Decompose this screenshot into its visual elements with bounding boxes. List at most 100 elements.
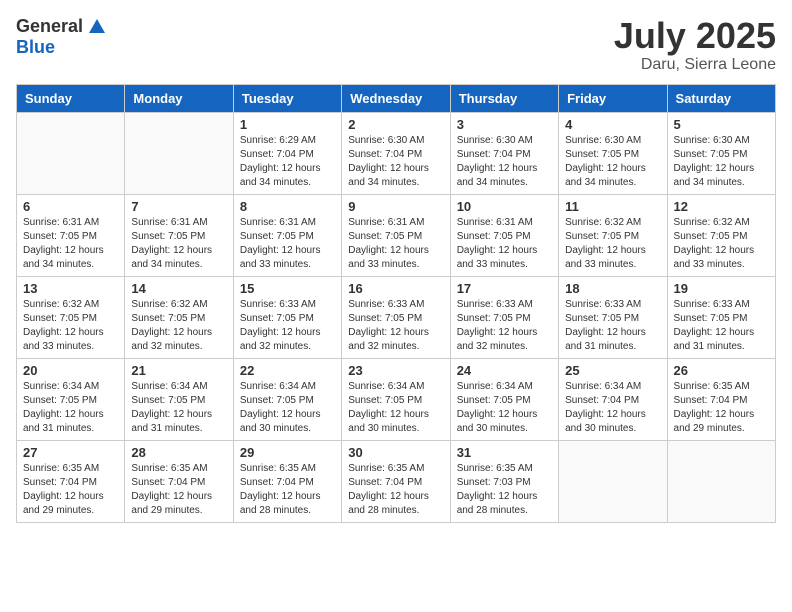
day-number: 19 bbox=[674, 281, 769, 296]
day-number: 25 bbox=[565, 363, 660, 378]
calendar-cell: 28 Sunrise: 6:35 AM Sunset: 7:04 PM Dayli… bbox=[125, 440, 233, 522]
calendar-week-row: 20 Sunrise: 6:34 AM Sunset: 7:05 PM Dayli… bbox=[17, 358, 776, 440]
month-year-title: July 2025 bbox=[614, 16, 776, 56]
calendar-cell: 11 Sunrise: 6:32 AM Sunset: 7:05 PM Dayli… bbox=[559, 194, 667, 276]
col-header-friday: Friday bbox=[559, 84, 667, 112]
day-info: Sunrise: 6:35 AM Sunset: 7:04 PM Dayligh… bbox=[348, 462, 443, 518]
day-number: 16 bbox=[348, 281, 443, 296]
day-number: 13 bbox=[23, 281, 118, 296]
day-number: 23 bbox=[348, 363, 443, 378]
day-info: Sunrise: 6:31 AM Sunset: 7:05 PM Dayligh… bbox=[131, 216, 226, 272]
calendar-cell: 16 Sunrise: 6:33 AM Sunset: 7:05 PM Dayli… bbox=[342, 276, 450, 358]
calendar-cell: 20 Sunrise: 6:34 AM Sunset: 7:05 PM Dayli… bbox=[17, 358, 125, 440]
calendar-cell: 31 Sunrise: 6:35 AM Sunset: 7:03 PM Dayli… bbox=[450, 440, 558, 522]
day-info: Sunrise: 6:35 AM Sunset: 7:04 PM Dayligh… bbox=[674, 380, 769, 436]
day-number: 31 bbox=[457, 445, 552, 460]
day-info: Sunrise: 6:34 AM Sunset: 7:05 PM Dayligh… bbox=[240, 380, 335, 436]
day-number: 10 bbox=[457, 199, 552, 214]
calendar-cell: 7 Sunrise: 6:31 AM Sunset: 7:05 PM Daylig… bbox=[125, 194, 233, 276]
calendar-cell bbox=[125, 112, 233, 194]
calendar-week-row: 1 Sunrise: 6:29 AM Sunset: 7:04 PM Daylig… bbox=[17, 112, 776, 194]
day-info: Sunrise: 6:31 AM Sunset: 7:05 PM Dayligh… bbox=[348, 216, 443, 272]
day-number: 26 bbox=[674, 363, 769, 378]
col-header-saturday: Saturday bbox=[667, 84, 775, 112]
day-info: Sunrise: 6:31 AM Sunset: 7:05 PM Dayligh… bbox=[457, 216, 552, 272]
day-info: Sunrise: 6:30 AM Sunset: 7:05 PM Dayligh… bbox=[674, 134, 769, 190]
calendar-week-row: 6Sunrise: 6:31 AM Sunset: 7:05 PM Daylig… bbox=[17, 194, 776, 276]
day-number: 2 bbox=[348, 117, 443, 132]
day-number: 14 bbox=[131, 281, 226, 296]
calendar-cell: 21Sunrise: 6:34 AM Sunset: 7:05 PM Dayli… bbox=[125, 358, 233, 440]
day-info: Sunrise: 6:33 AM Sunset: 7:05 PM Dayligh… bbox=[457, 298, 552, 354]
day-info: Sunrise: 6:34 AM Sunset: 7:04 PM Dayligh… bbox=[565, 380, 660, 436]
calendar-cell: 4 Sunrise: 6:30 AM Sunset: 7:05 PM Daylig… bbox=[559, 112, 667, 194]
day-info: Sunrise: 6:30 AM Sunset: 7:04 PM Dayligh… bbox=[457, 134, 552, 190]
day-info: Sunrise: 6:31 AM Sunset: 7:05 PM Dayligh… bbox=[240, 216, 335, 272]
day-info: Sunrise: 6:32 AM Sunset: 7:05 PM Dayligh… bbox=[23, 298, 118, 354]
day-number: 11 bbox=[565, 199, 660, 214]
day-number: 30 bbox=[348, 445, 443, 460]
calendar-cell: 1 Sunrise: 6:29 AM Sunset: 7:04 PM Daylig… bbox=[233, 112, 341, 194]
day-info: Sunrise: 6:35 AM Sunset: 7:04 PM Dayligh… bbox=[131, 462, 226, 518]
day-number: 9 bbox=[348, 199, 443, 214]
day-number: 24 bbox=[457, 363, 552, 378]
title-section: July 2025 Daru, Sierra Leone bbox=[614, 16, 776, 74]
day-info: Sunrise: 6:30 AM Sunset: 7:04 PM Dayligh… bbox=[348, 134, 443, 190]
calendar-cell: 26 Sunrise: 6:35 AM Sunset: 7:04 PM Dayli… bbox=[667, 358, 775, 440]
calendar-cell: 29 Sunrise: 6:35 AM Sunset: 7:04 PM Dayli… bbox=[233, 440, 341, 522]
day-info: Sunrise: 6:33 AM Sunset: 7:05 PM Dayligh… bbox=[674, 298, 769, 354]
day-info: Sunrise: 6:35 AM Sunset: 7:04 PM Dayligh… bbox=[240, 462, 335, 518]
calendar-cell bbox=[667, 440, 775, 522]
col-header-thursday: Thursday bbox=[450, 84, 558, 112]
calendar-cell: 19 Sunrise: 6:33 AM Sunset: 7:05 PM Dayli… bbox=[667, 276, 775, 358]
day-number: 1 bbox=[240, 117, 335, 132]
day-number: 3 bbox=[457, 117, 552, 132]
day-info: Sunrise: 6:33 AM Sunset: 7:05 PM Dayligh… bbox=[348, 298, 443, 354]
calendar-cell: 8 Sunrise: 6:31 AM Sunset: 7:05 PM Daylig… bbox=[233, 194, 341, 276]
day-info: Sunrise: 6:35 AM Sunset: 7:04 PM Dayligh… bbox=[23, 462, 118, 518]
col-header-wednesday: Wednesday bbox=[342, 84, 450, 112]
day-number: 22 bbox=[240, 363, 335, 378]
calendar-cell bbox=[17, 112, 125, 194]
location-subtitle: Daru, Sierra Leone bbox=[614, 56, 776, 74]
day-number: 20 bbox=[23, 363, 118, 378]
day-number: 17 bbox=[457, 281, 552, 296]
calendar-week-row: 13 Sunrise: 6:32 AM Sunset: 7:05 PM Dayli… bbox=[17, 276, 776, 358]
day-number: 4 bbox=[565, 117, 660, 132]
day-info: Sunrise: 6:34 AM Sunset: 7:05 PM Dayligh… bbox=[348, 380, 443, 436]
day-number: 28 bbox=[131, 445, 226, 460]
day-number: 7 bbox=[131, 199, 226, 214]
calendar-cell: 17 Sunrise: 6:33 AM Sunset: 7:05 PM Dayli… bbox=[450, 276, 558, 358]
calendar-cell: 10 Sunrise: 6:31 AM Sunset: 7:05 PM Dayli… bbox=[450, 194, 558, 276]
day-info: Sunrise: 6:34 AM Sunset: 7:05 PM Dayligh… bbox=[23, 380, 118, 436]
day-info: Sunrise: 6:29 AM Sunset: 7:04 PM Dayligh… bbox=[240, 134, 335, 190]
calendar-cell: 13 Sunrise: 6:32 AM Sunset: 7:05 PM Dayli… bbox=[17, 276, 125, 358]
col-header-sunday: Sunday bbox=[17, 84, 125, 112]
calendar-cell: 3 Sunrise: 6:30 AM Sunset: 7:04 PM Daylig… bbox=[450, 112, 558, 194]
calendar-cell: 22 Sunrise: 6:34 AM Sunset: 7:05 PM Dayli… bbox=[233, 358, 341, 440]
page-header: General Blue July 2025 Daru, Sierra Leon… bbox=[16, 16, 776, 74]
day-number: 29 bbox=[240, 445, 335, 460]
day-info: Sunrise: 6:35 AM Sunset: 7:03 PM Dayligh… bbox=[457, 462, 552, 518]
calendar-cell: 12 Sunrise: 6:32 AM Sunset: 7:05 PM Dayli… bbox=[667, 194, 775, 276]
logo-icon bbox=[87, 17, 107, 37]
day-info: Sunrise: 6:31 AM Sunset: 7:05 PM Dayligh… bbox=[23, 216, 118, 272]
calendar-cell: 14 Sunrise: 6:32 AM Sunset: 7:05 PM Dayli… bbox=[125, 276, 233, 358]
calendar-cell bbox=[559, 440, 667, 522]
day-info: Sunrise: 6:32 AM Sunset: 7:05 PM Dayligh… bbox=[565, 216, 660, 272]
day-info: Sunrise: 6:32 AM Sunset: 7:05 PM Dayligh… bbox=[131, 298, 226, 354]
day-info: Sunrise: 6:30 AM Sunset: 7:05 PM Dayligh… bbox=[565, 134, 660, 190]
calendar-cell: 27 Sunrise: 6:35 AM Sunset: 7:04 PM Dayli… bbox=[17, 440, 125, 522]
day-info: Sunrise: 6:33 AM Sunset: 7:05 PM Dayligh… bbox=[565, 298, 660, 354]
day-info: Sunrise: 6:32 AM Sunset: 7:05 PM Dayligh… bbox=[674, 216, 769, 272]
calendar-cell: 18Sunrise: 6:33 AM Sunset: 7:05 PM Dayli… bbox=[559, 276, 667, 358]
col-header-monday: Monday bbox=[125, 84, 233, 112]
calendar-table: SundayMondayTuesdayWednesdayThursdayFrid… bbox=[16, 84, 776, 523]
day-number: 5 bbox=[674, 117, 769, 132]
calendar-cell: 24Sunrise: 6:34 AM Sunset: 7:05 PM Dayli… bbox=[450, 358, 558, 440]
calendar-cell: 30 Sunrise: 6:35 AM Sunset: 7:04 PM Dayli… bbox=[342, 440, 450, 522]
day-number: 27 bbox=[23, 445, 118, 460]
day-number: 8 bbox=[240, 199, 335, 214]
day-number: 12 bbox=[674, 199, 769, 214]
calendar-header-row: SundayMondayTuesdayWednesdayThursdayFrid… bbox=[17, 84, 776, 112]
